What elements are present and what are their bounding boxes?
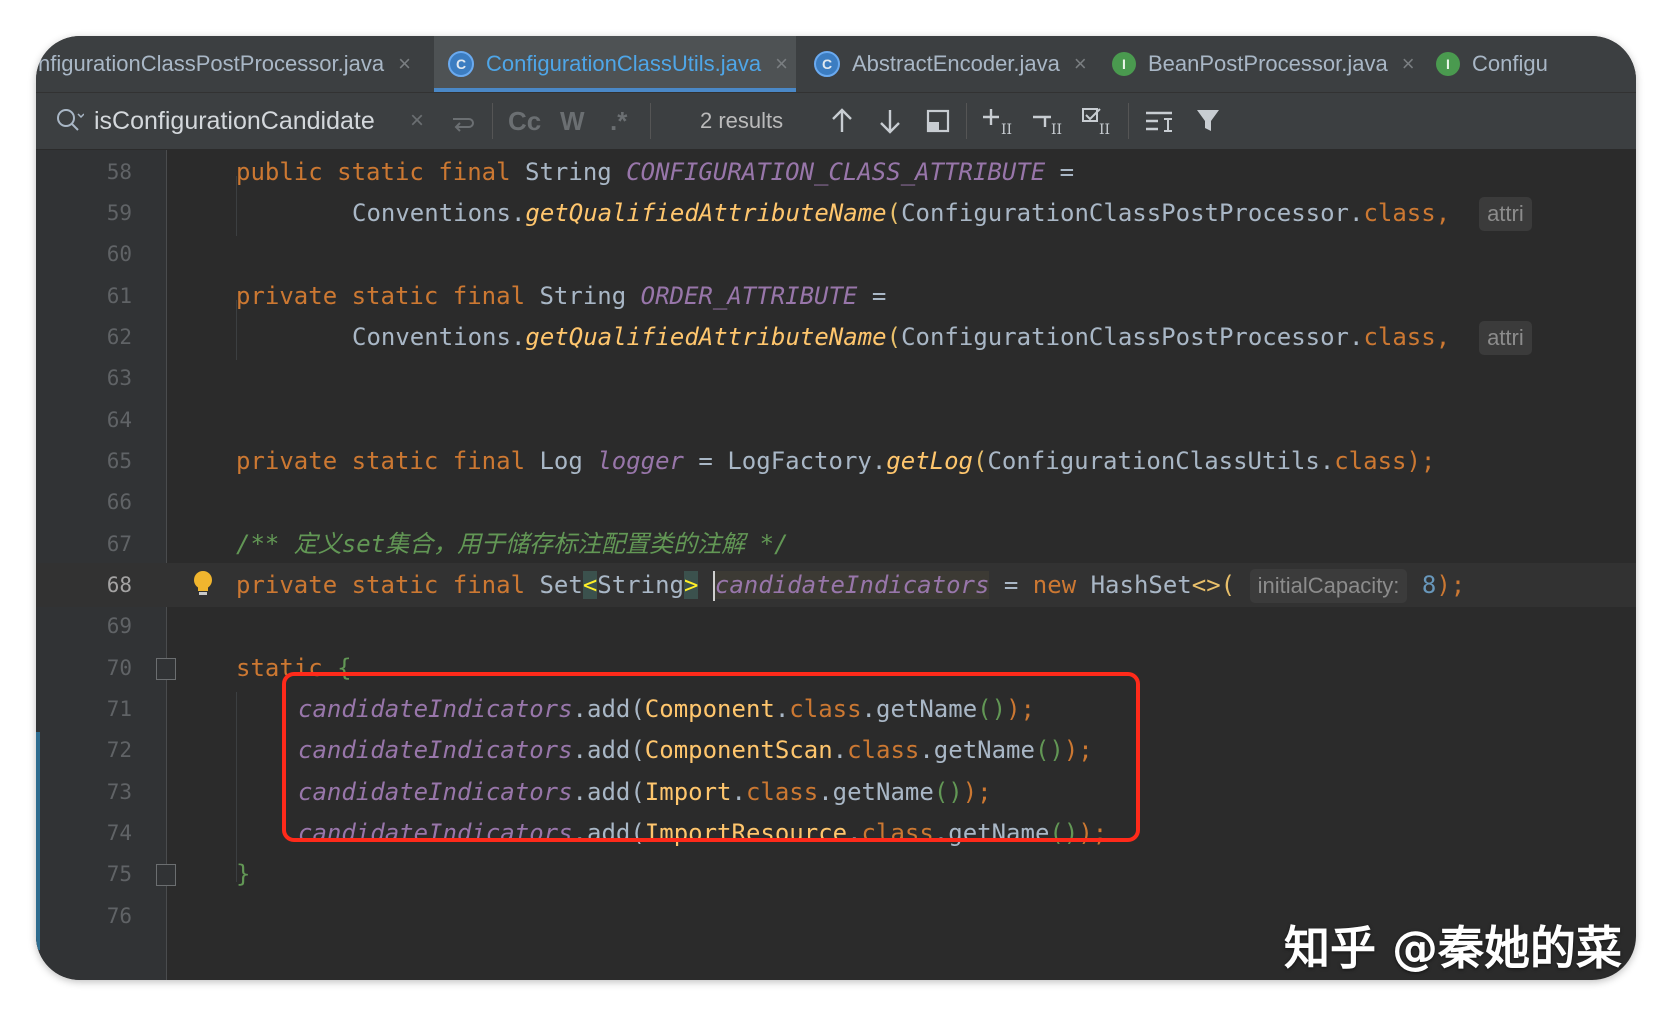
filter-icon[interactable] (1192, 105, 1224, 137)
code-line: 61 private static final String ORDER_ATT… (36, 274, 1636, 318)
tab-configu[interactable]: I Configu (1426, 36, 1636, 92)
line-number: 76 (106, 904, 132, 928)
line-number: 70 (106, 656, 132, 680)
search-results-count: 2 results (700, 108, 784, 133)
code-line: 64 (36, 398, 1636, 442)
code-text: Conventions.getQualifiedAttributeName(Co… (352, 315, 1532, 359)
new-line-icon[interactable] (446, 105, 480, 137)
code-comment: /** 定义set集合，用于储存标注配置类的注解 */ (236, 530, 789, 558)
line-number: 73 (106, 780, 132, 804)
watermark: 知乎 @秦她的菜 (1283, 921, 1622, 975)
add-occurrence-icon[interactable]: II (980, 105, 1016, 137)
code-line: 75 } (36, 852, 1636, 896)
line-number: 66 (106, 490, 132, 514)
search-icon[interactable] (52, 105, 86, 137)
line-number: 74 (106, 821, 132, 845)
match-case-toggle[interactable]: Cc (508, 93, 541, 149)
code-text: public static final String CONFIGURATION… (236, 158, 1089, 186)
line-number: 65 (106, 449, 132, 473)
interface-icon: I (1436, 52, 1460, 76)
code-line: 59 Conventions.getQualifiedAttributeName… (36, 191, 1636, 235)
select-all-matches-icon[interactable]: II (1080, 105, 1116, 137)
line-number: 69 (106, 614, 132, 638)
line-number: 72 (106, 738, 132, 762)
svg-text:II: II (1051, 122, 1062, 136)
tab-configurationclassutils[interactable]: C ConfigurationClassUtils.java × (434, 36, 796, 92)
words-toggle[interactable]: W (560, 93, 585, 149)
tab-label: AbstractEncoder.java (852, 51, 1060, 76)
class-icon: C (448, 51, 474, 77)
line-number: 62 (106, 325, 132, 349)
line-number: 64 (106, 408, 132, 432)
line-number: 71 (106, 697, 132, 721)
code-line: 63 (36, 356, 1636, 400)
close-icon[interactable]: × (1074, 51, 1087, 77)
tab-beanpostprocessor[interactable]: I BeanPostProcessor.java × (1102, 36, 1418, 92)
svg-text:II: II (1099, 122, 1110, 136)
parameter-hint: attri (1479, 197, 1532, 231)
clear-search-icon[interactable]: × (410, 93, 424, 149)
code-line: 65 private static final Log logger = Log… (36, 439, 1636, 483)
code-line: 66 (36, 480, 1636, 524)
close-icon[interactable]: × (1402, 51, 1415, 77)
fold-collapse-icon[interactable] (156, 658, 176, 680)
search-input[interactable]: isConfigurationCandidate (94, 93, 375, 149)
tab-label: BeanPostProcessor.java (1148, 51, 1388, 76)
line-number: 59 (106, 201, 132, 225)
parameter-hint: attri (1479, 321, 1532, 355)
code-text: } (236, 860, 251, 888)
close-icon[interactable]: × (775, 51, 788, 77)
separator (650, 103, 651, 139)
line-number: 61 (106, 284, 132, 308)
line-number: 67 (106, 532, 132, 556)
code-line: 62 Conventions.getQualifiedAttributeName… (36, 315, 1636, 359)
code-line: 69 (36, 604, 1636, 648)
close-icon[interactable]: × (398, 51, 411, 77)
line-number: 75 (106, 862, 132, 886)
regex-toggle[interactable]: .* (610, 93, 627, 149)
highlight-annotation-box (282, 672, 1140, 842)
code-line-current: 68 private static final Set<String> cand… (36, 563, 1636, 607)
tab-abstractencoder[interactable]: C AbstractEncoder.java × (804, 36, 1094, 92)
code-text: Conventions.getQualifiedAttributeName(Co… (352, 191, 1532, 235)
tab-label: Configu (1472, 51, 1548, 76)
code-editor[interactable]: 58 public static final String CONFIGURAT… (36, 150, 1636, 980)
find-bar: isConfigurationCandidate × Cc W .* 2 res… (36, 93, 1636, 150)
select-all-occurrences-icon[interactable] (922, 105, 954, 137)
fold-expand-icon[interactable] (156, 864, 176, 886)
arrow-down-icon[interactable] (874, 105, 906, 137)
line-number: 60 (106, 242, 132, 266)
code-line: 67 /** 定义set集合，用于储存标注配置类的注解 */ (36, 522, 1636, 566)
ide-window: nfigurationClassPostProcessor.java × C C… (36, 36, 1636, 980)
line-number: 58 (106, 160, 132, 184)
code-text: private static final Set<String> candida… (236, 563, 1465, 607)
tab-label: ConfigurationClassUtils.java (486, 51, 762, 76)
separator (966, 103, 967, 139)
separator (492, 103, 493, 139)
tab-label: nfigurationClassPostProcessor.java (38, 51, 385, 76)
code-text: private static final Log logger = LogFac… (236, 447, 1436, 475)
editor-tab-bar: nfigurationClassPostProcessor.java × C C… (36, 36, 1636, 93)
line-number: 63 (106, 366, 132, 390)
code-text: private static final String ORDER_ATTRIB… (236, 282, 901, 310)
code-line: 58 public static final String CONFIGURAT… (36, 150, 1636, 194)
arrow-up-icon[interactable] (826, 105, 858, 137)
parameter-hint: initialCapacity: (1249, 569, 1408, 603)
interface-icon: I (1112, 52, 1136, 76)
separator (1128, 103, 1129, 139)
remove-occurrence-icon[interactable]: II (1030, 105, 1066, 137)
tab-configurationclasspostprocessor[interactable]: nfigurationClassPostProcessor.java × (36, 36, 426, 92)
code-line: 60 (36, 232, 1636, 276)
class-icon: C (814, 51, 840, 77)
lightbulb-icon[interactable] (192, 570, 214, 598)
svg-text:II: II (1001, 122, 1012, 136)
filter-lines-icon[interactable] (1142, 105, 1178, 137)
line-number: 68 (106, 573, 132, 597)
